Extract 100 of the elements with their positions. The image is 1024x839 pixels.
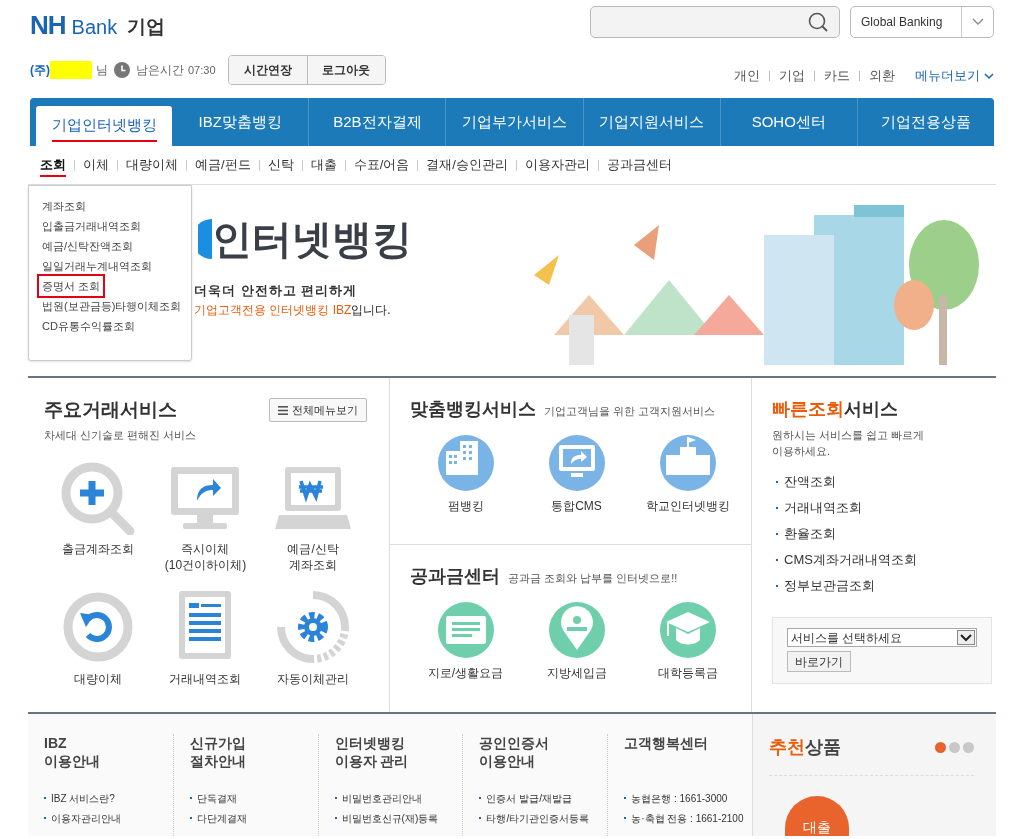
footer-heading: 인터넷뱅킹 이용자 관리 — [334, 734, 410, 771]
section-title: 주요거래서비스 — [44, 398, 177, 422]
sub-nav-tab[interactable]: 공과금센터 — [606, 155, 672, 175]
service-link[interactable]: 대학등록금 — [632, 602, 743, 682]
top-link[interactable]: 기업 — [779, 66, 805, 86]
dropdown-item[interactable]: 입출금거래내역조회 — [41, 216, 142, 236]
logo-arc-icon — [198, 219, 212, 259]
quick-link[interactable]: 환율조회 — [776, 521, 994, 547]
sub-nav-tab[interactable]: 신탁 — [267, 155, 294, 175]
footer-heading: 신규가입 절차안내 — [189, 734, 247, 771]
more-menu-link[interactable]: 메뉴더보기 — [915, 66, 994, 86]
footer-link[interactable]: 타행/타기관인증서등록 — [479, 808, 608, 828]
quick-link[interactable]: 잔액조회 — [776, 469, 994, 495]
section-subtitle: 기업고객님을 위한 고객지원서비스 — [544, 404, 716, 419]
service-select[interactable]: 서비스를 선택하세요 — [787, 628, 977, 647]
section-title: 추천상품 — [769, 736, 841, 759]
service-link[interactable]: 지방세입금 — [521, 602, 632, 682]
school-building-icon — [659, 435, 716, 491]
footer-heading: 고객행복센터 — [624, 734, 710, 753]
service-link[interactable]: 학교인터넷뱅킹 — [632, 435, 743, 515]
caret-icon — [971, 18, 984, 26]
menu-icon — [278, 405, 288, 415]
session-button[interactable]: 로그아웃 — [306, 56, 385, 84]
nav-tab[interactable]: IBZ맞춤뱅킹 — [172, 98, 309, 146]
footer-link[interactable]: 농·축협 전용 : 1661-2100 — [624, 808, 752, 828]
search-field[interactable] — [590, 6, 840, 38]
clock-icon — [114, 62, 130, 78]
redacted-name — [50, 61, 92, 79]
nav-tab[interactable]: 기업지원서비스 — [582, 98, 720, 146]
remaining-label: 남은시간 — [136, 62, 184, 79]
footer-link[interactable]: 인증서 발급/재발급 — [479, 788, 608, 808]
service-link[interactable]: 자동이체관리 — [259, 589, 367, 711]
top-link[interactable]: 개인 — [734, 66, 760, 86]
sub-nav-tab[interactable]: 대출 — [310, 155, 337, 175]
nav-tab[interactable]: SOHO센터 — [719, 98, 857, 146]
sub-nav-tab[interactable]: 예금/펀드 — [195, 155, 251, 175]
sub-nav-tab[interactable]: 이용자관리 — [524, 155, 590, 175]
footer-link[interactable]: 단독결재 — [189, 788, 318, 808]
footer-link[interactable]: 다단계결재 — [189, 808, 318, 828]
nav-tab[interactable]: 기업전용상품 — [856, 98, 994, 146]
quick-link[interactable]: CMS계좌거래내역조회 — [776, 547, 994, 573]
hero-title: 인터넷뱅킹 — [212, 217, 412, 261]
chevron-icon — [984, 72, 994, 80]
section-title: 맞춤뱅킹서비스 — [410, 398, 536, 421]
service-link[interactable]: 지로/생활요금 — [410, 602, 521, 682]
footer-heading: 공인인증서 이용안내 — [479, 734, 551, 771]
search-icon — [807, 11, 829, 33]
dropdown-item[interactable]: 일일거래누계내역조회 — [41, 256, 153, 276]
caret-icon — [957, 630, 975, 645]
session-button[interactable]: 시간연장 — [228, 56, 307, 84]
top-link[interactable]: 외환 — [869, 66, 895, 86]
sub-nav-tab[interactable]: 수표/어음 — [353, 155, 410, 175]
logo-section: 기업 — [127, 16, 166, 38]
service-link[interactable]: 예금/신탁 계좌조회 — [259, 459, 367, 581]
quick-link[interactable]: 거래내역조회 — [776, 495, 994, 521]
section-subtitle: 차세대 신기술로 편해진 서비스 — [44, 427, 198, 443]
footer-link[interactable]: IBZ 서비스란? — [44, 788, 173, 808]
logo-mark[interactable]: NH — [30, 12, 66, 38]
service-link[interactable]: 대량이체 — [44, 589, 152, 711]
global-banking-dropdown[interactable]: Global Banking — [850, 6, 994, 38]
sub-nav-tab[interactable]: 조회 — [40, 153, 66, 177]
go-button[interactable]: 바로가기 — [787, 651, 851, 672]
dropdown-item[interactable]: 계좌조회 — [41, 196, 87, 216]
bill-icon — [437, 602, 494, 658]
footer-link[interactable]: 비밀번호신규(재)등록 — [334, 808, 463, 828]
quick-link[interactable]: 정부보관금조회 — [776, 573, 994, 599]
sub-nav-tab[interactable]: 결재/승인관리 — [426, 155, 508, 175]
buildings-icon — [437, 435, 494, 491]
dropdown-item[interactable]: 법원(보관금등)타행이체조회 — [41, 296, 183, 316]
section-description: 원하시는 서비스를 쉽고 빠르게 이용하세요. — [772, 428, 926, 459]
sub-nav-tab[interactable]: 대량이체 — [126, 155, 178, 175]
dropdown-item[interactable]: CD유통수익률조회 — [41, 316, 136, 336]
logo-text[interactable]: Bank — [71, 16, 118, 38]
hero-subtitle: 더욱더 안전하고 편리하게 — [194, 282, 358, 300]
service-link[interactable]: 통합CMS — [521, 435, 632, 515]
footer-link[interactable]: 농협은행 : 1661-3000 — [624, 788, 752, 808]
section-title: 공과금센터 — [410, 565, 500, 588]
nav-tab[interactable]: 기업인터넷뱅킹 — [36, 106, 173, 146]
footer-heading: IBZ 이용안내 — [44, 734, 101, 771]
remaining-time: 07:30 — [188, 62, 216, 78]
all-menu-button[interactable]: 전체메뉴보기 — [269, 398, 367, 423]
section-title: 빠른조회서비스 — [772, 398, 899, 421]
service-link[interactable]: 즉시이체 (10건이하이체) — [151, 459, 260, 581]
honorific-text: 님 — [96, 62, 108, 79]
top-link[interactable]: 카드 — [824, 66, 850, 86]
service-link[interactable]: 출금계좌조회 — [44, 459, 152, 581]
service-link[interactable]: 펌뱅킹 — [410, 435, 521, 515]
footer-link[interactable]: 이용자관리안내 — [44, 808, 173, 828]
dropdown-item[interactable]: 예금/신탁잔액조회 — [41, 236, 135, 256]
graduation-cap-icon — [659, 602, 716, 658]
sub-nav-tab[interactable]: 이체 — [83, 155, 109, 175]
nav-tab[interactable]: B2B전자결제 — [308, 98, 446, 146]
location-pin-icon — [548, 602, 605, 658]
footer-link[interactable]: 비밀번호관리안내 — [334, 788, 463, 808]
company-prefix: (주) — [30, 62, 50, 79]
service-link[interactable]: 거래내역조회 — [151, 589, 260, 711]
dropdown-item[interactable]: 증명서 조회 — [39, 276, 104, 296]
hero-description: 기업고객전용 인터넷뱅킹 IBZ입니다. — [194, 302, 391, 319]
nav-tab[interactable]: 기업부가서비스 — [445, 98, 583, 146]
section-subtitle: 공과금 조회와 납부를 인터넷으로!! — [508, 571, 678, 586]
